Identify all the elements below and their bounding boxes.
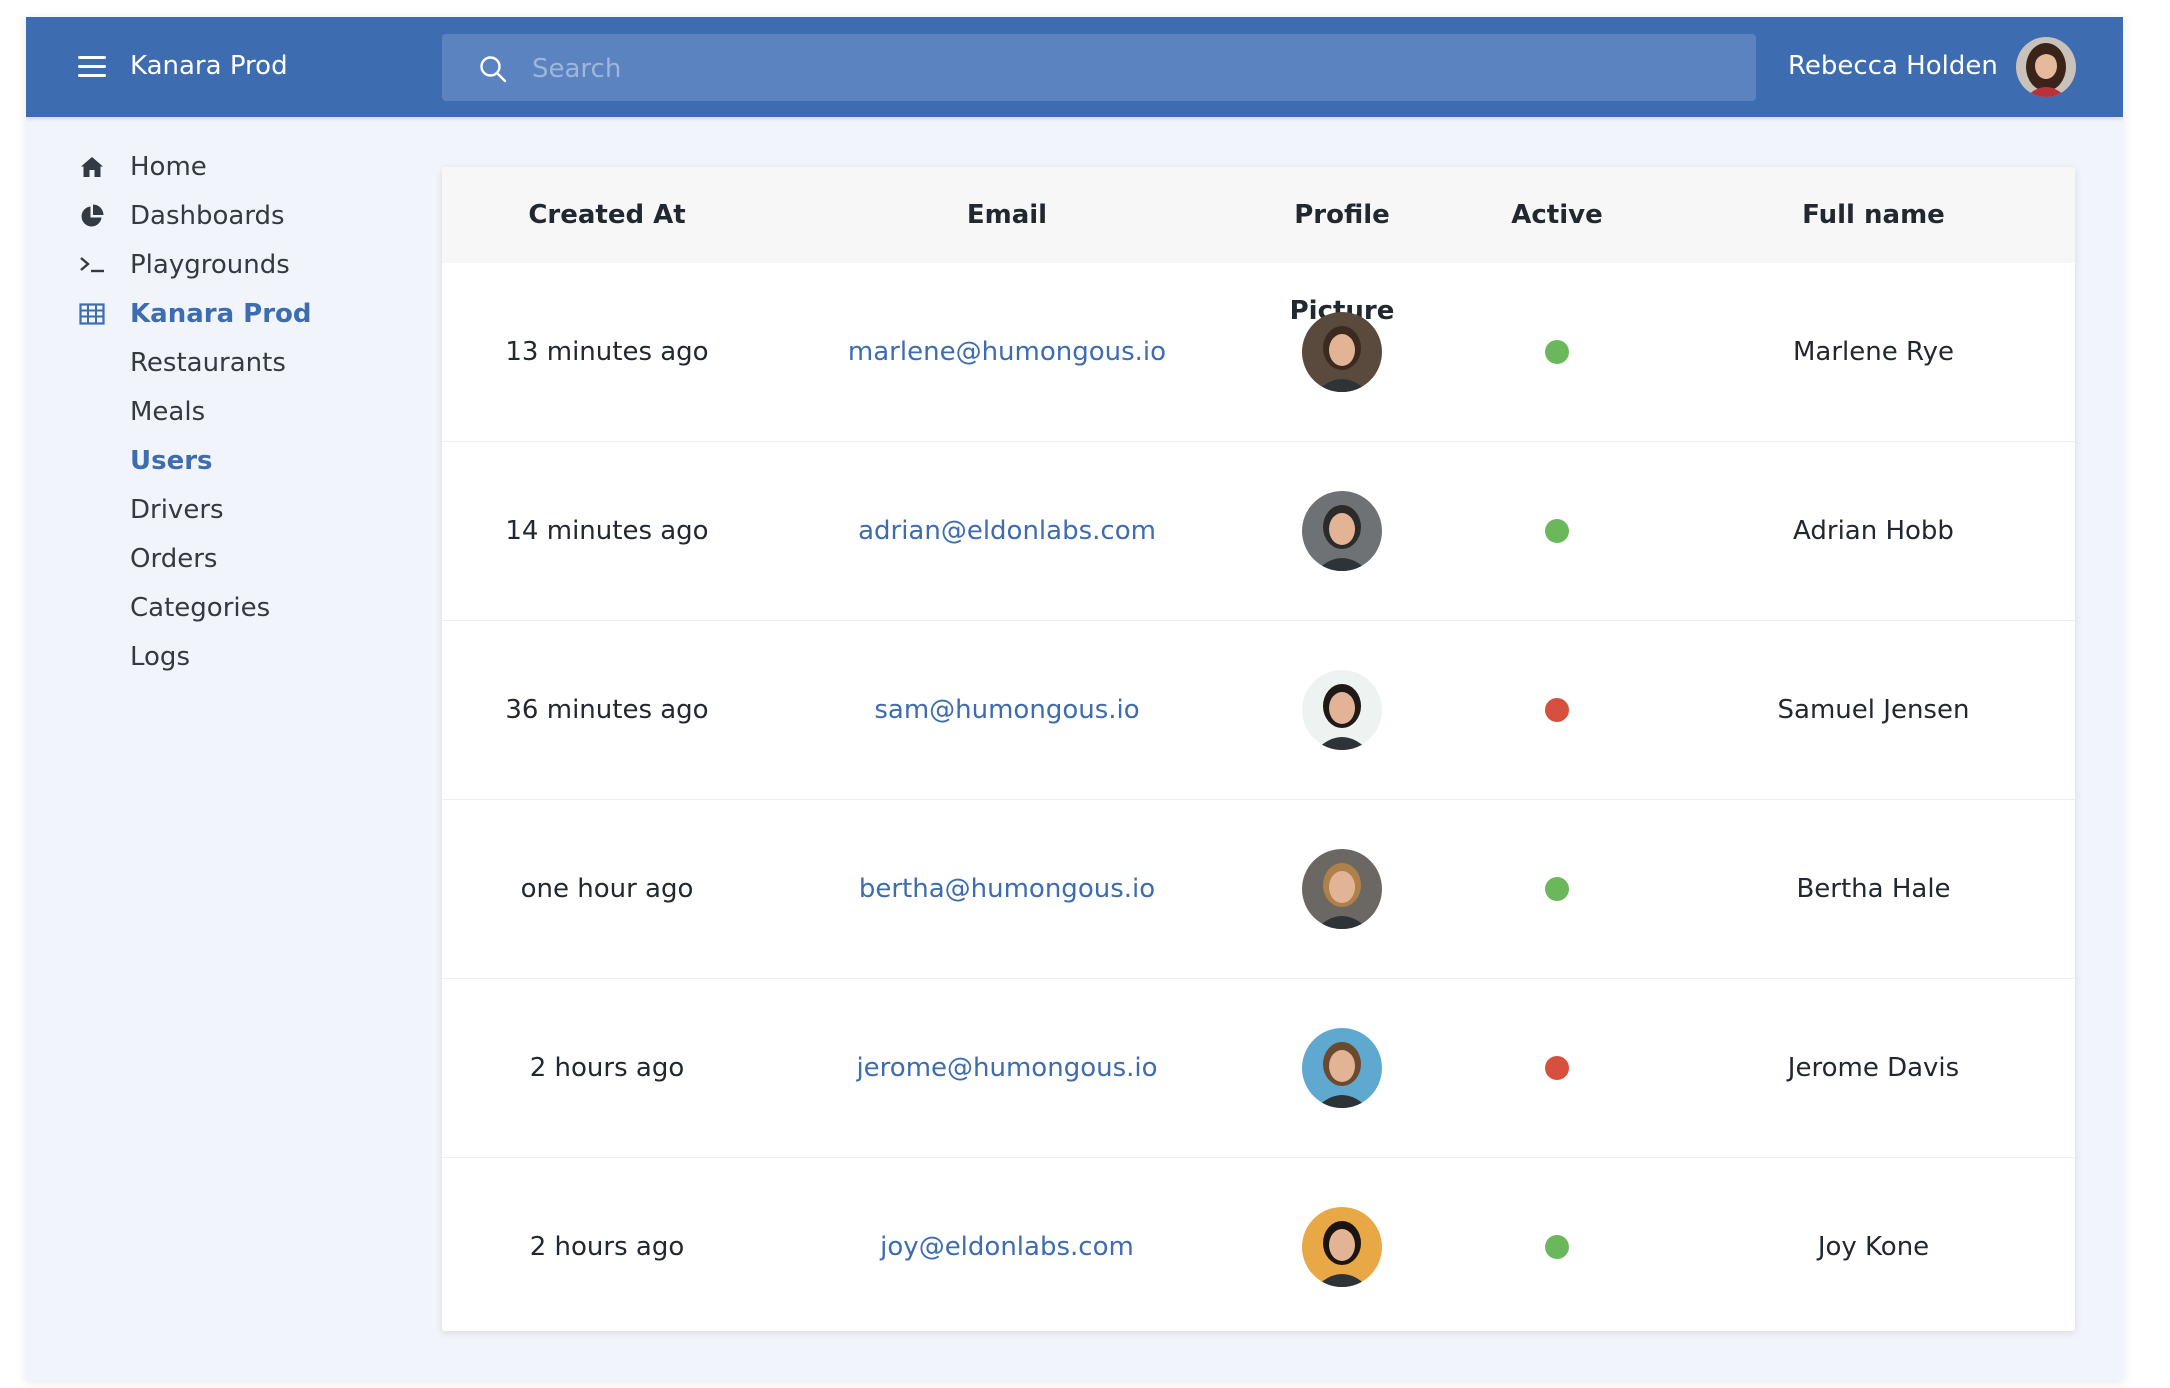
column-header-email[interactable]: Email: [772, 167, 1242, 263]
sidebar-item-meals[interactable]: Meals: [26, 384, 406, 440]
sidebar-item-home[interactable]: Home: [26, 139, 406, 195]
user-avatar[interactable]: [2016, 37, 2076, 97]
profile-picture-avatar: [1302, 1028, 1382, 1108]
profile-picture-avatar: [1302, 312, 1382, 392]
cell-email-link[interactable]: adrian@eldonlabs.com: [772, 442, 1242, 620]
table-row[interactable]: 2 hours ago jerome@humongous.io Jerome Dav…: [442, 979, 2075, 1158]
sidebar-item-label: Restaurants: [130, 348, 286, 378]
table-icon: [79, 303, 105, 325]
sidebar-item-label: Drivers: [130, 495, 224, 525]
hamburger-menu-icon[interactable]: [78, 53, 106, 79]
column-header-created-at[interactable]: Created At: [442, 167, 772, 263]
cell-email-link[interactable]: marlene@humongous.io: [772, 263, 1242, 441]
app-window: Kanara Prod Rebecca Holden Home: [26, 17, 2123, 1380]
active-status-dot: [1545, 877, 1569, 901]
cell-created-at: 36 minutes ago: [505, 695, 709, 725]
sidebar-item-label: Dashboards: [130, 201, 285, 231]
top-header: Kanara Prod Rebecca Holden: [26, 17, 2123, 117]
cell-email-link[interactable]: bertha@humongous.io: [772, 800, 1242, 978]
sidebar-item-label: Kanara Prod: [130, 299, 312, 329]
sidebar-item-kanara-prod[interactable]: Kanara Prod: [26, 286, 406, 342]
search-icon: [480, 56, 507, 83]
brand-title[interactable]: Kanara Prod: [130, 48, 288, 84]
cell-created-at: 2 hours ago: [529, 1232, 685, 1262]
profile-picture-avatar: [1302, 849, 1382, 929]
sidebar-item-categories[interactable]: Categories: [26, 580, 406, 636]
table-row[interactable]: 2 hours ago joy@eldonlabs.com Joy Kone: [442, 1158, 2075, 1331]
active-status-dot: [1545, 1235, 1569, 1259]
cell-full-name: Joy Kone: [1817, 1232, 1930, 1262]
table-row[interactable]: 14 minutes ago adrian@eldonlabs.com Adrian…: [442, 442, 2075, 621]
users-table: Created At Email Profile Picture Active …: [442, 167, 2075, 1331]
cell-full-name: Adrian Hobb: [1793, 516, 1954, 546]
table-row[interactable]: 36 minutes ago sam@humongous.io Samuel Jen…: [442, 621, 2075, 800]
terminal-icon: [80, 257, 104, 273]
inactive-status-dot: [1545, 698, 1569, 722]
sidebar-item-label: Meals: [130, 397, 206, 427]
sidebar: Home Dashboards Playgrounds Kanara Prod …: [26, 117, 442, 1380]
sidebar-item-label: Categories: [130, 593, 271, 623]
home-icon: [81, 157, 103, 177]
table-row[interactable]: one hour ago bertha@humongous.io Bertha Ha…: [442, 800, 2075, 979]
cell-email-link[interactable]: joy@eldonlabs.com: [772, 1158, 1242, 1331]
cell-created-at: 14 minutes ago: [505, 516, 709, 546]
cell-full-name: Jerome Davis: [1787, 1053, 1960, 1083]
sidebar-item-logs[interactable]: Logs: [26, 629, 406, 685]
sidebar-item-label: Logs: [130, 642, 190, 672]
profile-picture-avatar: [1302, 1207, 1382, 1287]
sidebar-item-dashboards[interactable]: Dashboards: [26, 188, 406, 244]
sidebar-item-label: Orders: [130, 544, 218, 574]
cell-created-at: 2 hours ago: [529, 1053, 685, 1083]
table-row[interactable]: 13 minutes ago marlene@humongous.io Marlen…: [442, 263, 2075, 442]
cell-email-link[interactable]: sam@humongous.io: [772, 621, 1242, 799]
cell-created-at: one hour ago: [520, 874, 694, 904]
column-header-active[interactable]: Active: [1442, 167, 1672, 263]
sidebar-item-label: Home: [130, 152, 207, 182]
column-header-profile-picture[interactable]: Profile Picture: [1242, 167, 1442, 326]
active-status-dot: [1545, 340, 1569, 364]
cell-created-at: 13 minutes ago: [505, 337, 709, 367]
profile-picture-avatar: [1302, 670, 1382, 750]
sidebar-item-label: Playgrounds: [130, 250, 290, 280]
cell-email-link[interactable]: jerome@humongous.io: [772, 979, 1242, 1157]
sidebar-item-orders[interactable]: Orders: [26, 531, 406, 587]
sidebar-item-users[interactable]: Users: [26, 433, 406, 489]
search-input[interactable]: [530, 34, 1734, 103]
cell-full-name: Bertha Hale: [1796, 874, 1951, 904]
user-name[interactable]: Rebecca Holden: [1788, 48, 1998, 84]
active-status-dot: [1545, 519, 1569, 543]
search-bar[interactable]: [442, 34, 1756, 103]
column-header-full-name[interactable]: Full name: [1672, 167, 2075, 263]
inactive-status-dot: [1545, 1056, 1569, 1080]
cell-full-name: Marlene Rye: [1792, 337, 1955, 367]
profile-picture-avatar: [1302, 491, 1382, 571]
sidebar-item-restaurants[interactable]: Restaurants: [26, 335, 406, 391]
sidebar-item-label: Users: [130, 446, 213, 476]
pie-chart-icon: [81, 204, 104, 227]
table-header: Created At Email Profile Picture Active …: [442, 167, 2075, 326]
cell-full-name: Samuel Jensen: [1777, 695, 1970, 725]
sidebar-item-drivers[interactable]: Drivers: [26, 482, 406, 538]
sidebar-item-playgrounds[interactable]: Playgrounds: [26, 237, 406, 293]
